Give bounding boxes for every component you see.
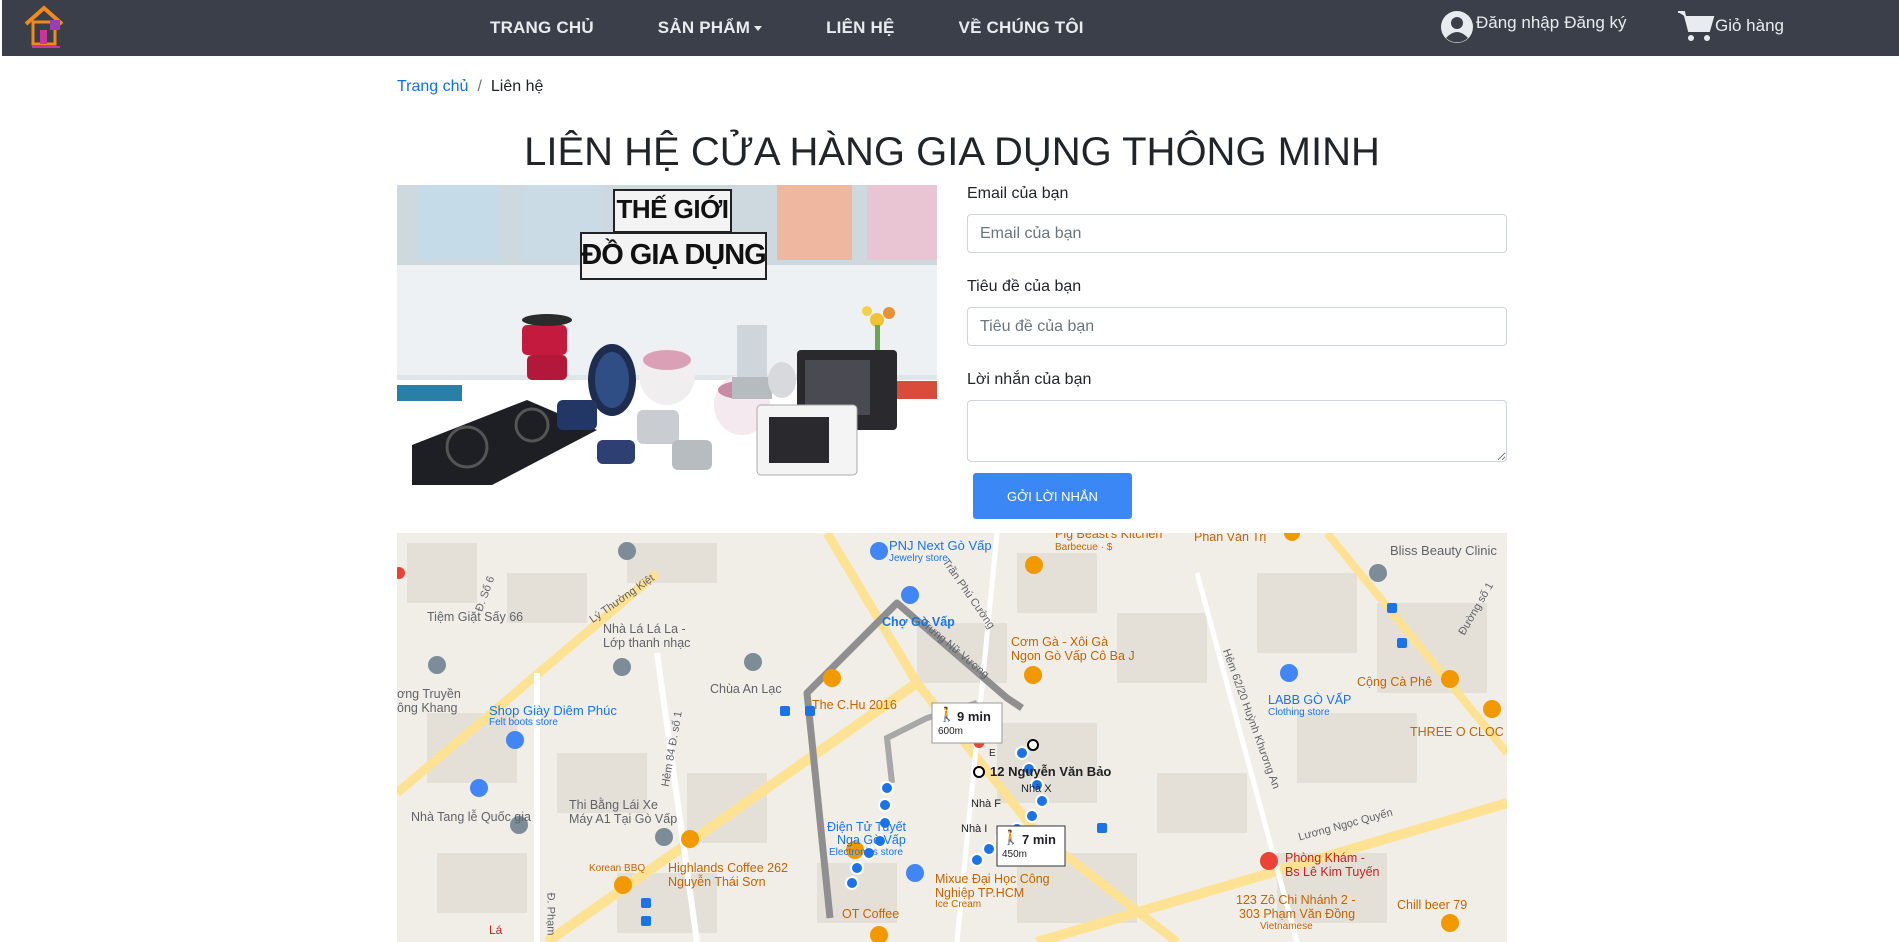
route-duration: 9 min	[957, 709, 991, 724]
subject-label: Tiêu đề của bạn	[967, 278, 1082, 295]
map-label: Phan Văn Trị	[1194, 533, 1267, 544]
map-label: Nhà X	[1021, 783, 1052, 795]
map-label: Ngon Gò Vấp Cô Ba J	[1011, 649, 1135, 663]
map-label: Đ. Phạm	[544, 892, 557, 936]
map-label: Phòng Khám -	[1285, 851, 1365, 865]
nav-link-home[interactable]: TRANG CHỦ	[490, 18, 594, 38]
nav-link-about[interactable]: VỀ CHÚNG TÔI	[959, 18, 1084, 38]
map-label: Nhà Lá Lá La -	[603, 622, 686, 636]
caret-down-icon	[754, 26, 763, 32]
breadcrumb-current: Liên hệ	[490, 78, 544, 95]
map-label: 123 Zô Chi Nhánh 2 -	[1236, 893, 1356, 907]
message-label: Lời nhắn của bạn	[967, 371, 1092, 388]
map-label: Nhà F	[971, 798, 1001, 810]
map-label: Shop Giày Diêm Phúc	[489, 703, 617, 718]
route-letter: E	[989, 748, 996, 759]
breadcrumb-separator: /	[477, 78, 482, 95]
map-sublabel: Felt boots store	[489, 717, 558, 728]
map-label: Hẻm 62/20 Huỳnh Khương An	[1220, 647, 1282, 791]
cart-link[interactable]: Giỏ hàng	[1677, 9, 1784, 43]
send-message-button[interactable]: GỞI LỜI NHẮN	[973, 473, 1132, 519]
register-link[interactable]: Đăng ký	[1564, 13, 1626, 33]
walking-icon: 🚶	[938, 706, 956, 722]
contact-form: Email của bạn Tiêu đề của bạn Lời nhắn c…	[967, 185, 1507, 519]
map-label: Nghiệp TP.HCM	[935, 886, 1025, 900]
house-logo-icon[interactable]	[20, 2, 70, 52]
map-label: LABB GÒ VẤP	[1268, 693, 1352, 707]
nav-link-contact[interactable]: LIÊN HỆ	[826, 18, 894, 38]
breadcrumb: Trang chủ / Liên hệ	[397, 78, 543, 96]
map-label: Đường số 1	[1456, 580, 1497, 638]
nav-link-products-label: SẢN PHẨM	[657, 18, 751, 37]
map-label: ơng Truyền	[397, 687, 461, 701]
route-duration: 7 min	[1022, 832, 1056, 847]
map-label: ông Khang	[397, 701, 458, 715]
map-label: PNJ Next Gò Vấp	[889, 538, 992, 553]
message-field[interactable]	[967, 400, 1507, 462]
map-label: Cộng Cà Phê	[1357, 675, 1433, 689]
map-label: The C.Hu 2016	[812, 698, 897, 712]
promo-text-line1: THẾ GIỚI	[616, 194, 729, 224]
map-label: Pig Beast's Kitchen	[1055, 533, 1163, 541]
map-label: Điện Tử Tuyết	[827, 820, 907, 834]
breadcrumb-home[interactable]: Trang chủ	[397, 78, 468, 96]
map-label: Lý Thường Kiệt	[587, 572, 657, 626]
map-sublabel: Vietnamese	[1260, 921, 1313, 932]
email-field[interactable]	[967, 214, 1507, 253]
route-distance: 600m	[938, 726, 964, 737]
map-label: Bs Lê Kim Tuyến	[1285, 865, 1380, 879]
map-label: Highlands Coffee 262	[668, 861, 788, 875]
map-sublabel: Clothing store	[1268, 707, 1330, 718]
map-sublabel: Ice Cream	[935, 899, 982, 910]
map-label: Đ. Số 6	[473, 574, 498, 614]
email-label: Email của bạn	[967, 185, 1069, 202]
promo-banner-image: THẾ GIỚI ĐỒ GIA DỤNG	[397, 185, 937, 485]
account-menu: Đăng nhập Đăng ký	[1440, 10, 1627, 44]
map-label: Lá	[489, 923, 503, 937]
cart-label: Giỏ hàng	[1715, 16, 1784, 35]
map-label: Bliss Beauty Clinic	[1390, 543, 1497, 558]
page-title: LIÊN HỆ CỬA HÀNG GIA DỤNG THÔNG MINH	[524, 130, 1380, 174]
map-label: Nhà Tang lễ Quốc gia	[411, 810, 531, 824]
map-label: Nhà I	[961, 823, 988, 835]
map-label: Thi Bằng Lái Xe	[569, 798, 658, 812]
map-label: Korean BBQ	[589, 863, 646, 874]
top-navbar: TRANG CHỦ SẢN PHẨM LIÊN HỆ VỀ CHÚNG TÔI …	[2, 0, 1899, 56]
shopping-cart-icon	[1678, 11, 1715, 41]
login-link[interactable]: Đăng nhập	[1476, 13, 1559, 33]
map-label: Lương Ngọc Quyến	[1297, 806, 1395, 844]
promo-text-line2: ĐỒ GIA DỤNG	[581, 239, 766, 271]
walking-icon: 🚶	[1002, 829, 1020, 845]
map-label: Máy A1 Tại Gò Vấp	[569, 812, 678, 826]
map-label: Lớp thanh nhạc	[603, 636, 691, 650]
map-label: Nga Gò Vấp	[837, 833, 906, 847]
subject-field[interactable]	[967, 307, 1507, 346]
map-view[interactable]: PNJ Next Gò Vấp Jewelry store Bliss Beau…	[397, 533, 1507, 942]
map-label: Nguyễn Thái Sơn	[668, 875, 766, 889]
map-sublabel: Electronics store	[829, 847, 903, 858]
nav-link-products[interactable]: SẢN PHẨM	[657, 18, 763, 38]
map-label: Mixue Đại Học Công	[935, 872, 1050, 886]
map-label: THREE O CLOC	[1410, 725, 1504, 739]
map-sublabel: Barbecue · $	[1055, 542, 1113, 553]
map-label: 12 Nguyễn Văn Bảo	[990, 764, 1112, 779]
map-label: Chill beer 79	[1397, 898, 1468, 912]
map-label: Cơm Gà - Xôi Gà	[1011, 635, 1109, 649]
map-label: OT Coffee	[842, 907, 900, 921]
map-label: Chùa An Lạc	[710, 682, 782, 696]
map-label: 303 Phạm Văn Đồng	[1239, 907, 1356, 921]
user-circle-icon[interactable]	[1440, 10, 1474, 44]
map-label: Tiệm Giặt Sấy 66	[427, 610, 524, 624]
route-distance: 450m	[1002, 849, 1028, 860]
map-label: Hẻm 84 Đ. số 1	[659, 710, 685, 788]
